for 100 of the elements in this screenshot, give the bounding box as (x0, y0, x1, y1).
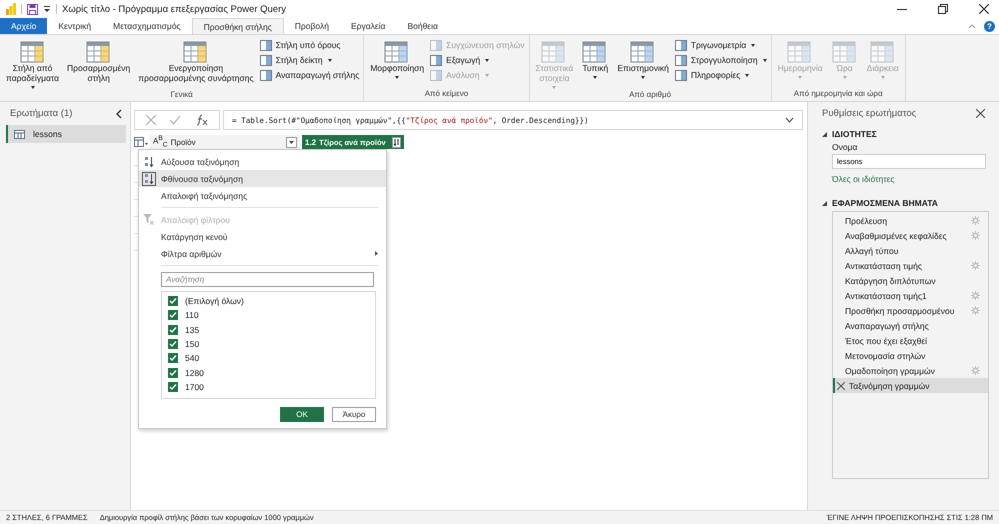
group-label: Από αριθμό (628, 90, 672, 101)
query-item[interactable]: lessons (6, 125, 126, 143)
column-icon (260, 69, 273, 81)
ribbon-tab[interactable]: Εργαλεία (340, 18, 396, 34)
collapse-ribbon-icon[interactable] (968, 23, 976, 29)
collapse-pane-icon[interactable] (116, 108, 122, 118)
column-icon (260, 54, 273, 66)
ribbon-tab[interactable]: Προβολή (284, 18, 340, 34)
ribbon-button[interactable]: Επιστημονική (615, 37, 671, 90)
column-icon (430, 39, 444, 51)
delete-step-icon[interactable] (837, 382, 845, 390)
checkbox[interactable] (168, 324, 178, 335)
filter-button[interactable] (392, 136, 401, 148)
column-icon (674, 54, 688, 66)
ribbon-button[interactable]: Τριγωνομετρία (674, 39, 767, 51)
ribbon-button[interactable]: Εξαγωγή (430, 54, 525, 66)
check-icon[interactable] (170, 115, 180, 125)
group-label: Από ημερομηνία και ώρα (792, 89, 884, 100)
column-icon (674, 39, 688, 51)
applied-step[interactable]: Έτος που έχει εξαχθεί (833, 333, 988, 348)
ribbon-tab[interactable]: Προσθήκη στήλης (192, 18, 284, 34)
value-label: 110 (185, 310, 199, 320)
cancel-button[interactable]: Άκυρο (332, 407, 376, 422)
checkbox[interactable] (168, 353, 178, 364)
ribbon-button[interactable]: Αναπαραγωγή στήλης (260, 69, 360, 81)
ribbon-button[interactable]: Στήλη από παραδείγματα (4, 37, 62, 90)
ribbon-button[interactable]: Στήλη υπό όρους (260, 39, 360, 51)
sort-descending-icon (143, 172, 155, 184)
column-icon (674, 69, 688, 81)
table-menu-icon[interactable] (134, 137, 148, 147)
value-label: 1280 (185, 368, 204, 378)
value-label: 135 (185, 324, 200, 335)
ribbon-button[interactable]: Στήλη δείκτη (260, 54, 360, 66)
applied-step[interactable]: Αλλαγή τύπου (833, 243, 988, 258)
menu-item[interactable]: Φίλτρα αριθμών (139, 245, 386, 262)
sort-ascending-icon (143, 156, 155, 168)
applied-step[interactable]: Αναβαθμισμένες κεφαλίδες (833, 228, 988, 243)
ribbon-button[interactable]: Μορφοποίηση (368, 37, 426, 89)
filter-icon (143, 214, 154, 225)
restore-icon[interactable] (938, 4, 948, 14)
group-label: Γενικά (170, 90, 194, 101)
ribbon-button[interactable]: Ενεργοποίηση προσαρμοσμένης συνάρτησης (136, 37, 256, 90)
all-properties-link[interactable]: Όλες οι ιδιότητες (832, 174, 895, 184)
column-icon (430, 54, 444, 66)
section-heading: ΙΔΙΟΤΗΤΕΣ (832, 129, 877, 139)
applied-step[interactable]: Προέλευση (833, 213, 988, 228)
applied-step[interactable]: Προσθήκη προσαρμοσμένου (833, 303, 988, 318)
applied-step[interactable]: Αντικατάσταση τιμής (833, 258, 988, 273)
ribbon-tab[interactable]: Μετασχηματισμός (102, 18, 192, 34)
menu-item[interactable]: Αύξουσα ταξινόμηση (139, 153, 386, 170)
value-label: 150 (185, 339, 200, 350)
filter-button[interactable] (286, 136, 297, 148)
group-label: Από κείμενο (424, 89, 470, 100)
ribbon-tab[interactable]: Βοήθεια (396, 18, 449, 34)
submenu-arrow-icon (375, 251, 378, 256)
value-label: 1700 (185, 382, 204, 392)
close-icon[interactable] (976, 109, 985, 118)
menu-item[interactable]: Φθίνουσα ταξινόμηση (139, 170, 386, 187)
file-tab[interactable]: Αρχείο (0, 18, 48, 34)
applied-step[interactable]: Αναπαραγωγή στήλης (833, 318, 988, 333)
column-icon (430, 69, 444, 81)
collapse-triangle-icon[interactable] (822, 132, 827, 136)
ribbon-button[interactable]: Προσαρμοσμένη στήλη (65, 37, 132, 90)
checkbox[interactable] (168, 382, 178, 392)
help-button[interactable]: ? (984, 20, 995, 32)
applied-step[interactable]: Αντικατάσταση τιμής1 (833, 288, 988, 303)
applied-step[interactable]: Κατάργηση διπλότυπων (833, 273, 988, 288)
column-header[interactable]: A$^{B}$$_{C}$ Προϊόν (150, 135, 300, 149)
field-label: Ονομα (832, 142, 858, 152)
value-label: 540 (185, 353, 200, 364)
checkbox[interactable] (168, 339, 178, 350)
sort-descending-icon (392, 138, 400, 146)
save-icon[interactable] (27, 4, 38, 14)
app-logo-icon (6, 3, 16, 15)
checkbox[interactable] (168, 296, 178, 306)
menu-item[interactable]: Απαλοιφή ταξινόμησης (139, 187, 386, 204)
ribbon-tab[interactable]: Κεντρική (47, 18, 102, 34)
value-label: (Επιλογή όλων) (185, 296, 244, 306)
function-icon[interactable] (194, 114, 208, 126)
pane-title: Ερωτήματα (1) (10, 108, 72, 119)
ok-button[interactable]: OK (280, 407, 324, 422)
column-icon (260, 39, 273, 51)
applied-step[interactable]: Ταξινόμηση γραμμών (833, 378, 988, 393)
applied-step[interactable]: Μετονομασία στηλών (833, 348, 988, 363)
table-icon (14, 130, 25, 138)
collapse-triangle-icon[interactable] (822, 200, 827, 206)
pane-title: Ρυθμίσεις ερωτήματος (822, 108, 916, 119)
section-heading: ΕΦΑΡΜΟΣΜΕΝΑ ΒΗΜΑΤΑ (832, 198, 938, 208)
customize-caret-icon[interactable] (43, 5, 51, 13)
ribbon-button[interactable]: Στρογγυλοποίηση (674, 54, 767, 66)
ribbon-button[interactable]: Πληροφορίες (674, 69, 767, 81)
ribbon-button[interactable]: Τυπική (579, 37, 612, 90)
menu-item[interactable]: Κατάργηση κενού (139, 228, 386, 245)
checkbox[interactable] (168, 310, 178, 320)
checkbox[interactable] (168, 368, 178, 378)
close-icon[interactable] (979, 4, 989, 14)
window-title: Χωρίς τίτλο - Πρόγραμμα επεξεργασίας Power Query (62, 4, 286, 14)
applied-step[interactable]: Ομαδοποίηση γραμμών (833, 363, 988, 378)
expand-icon[interactable] (785, 117, 794, 123)
caret-icon (289, 140, 294, 144)
